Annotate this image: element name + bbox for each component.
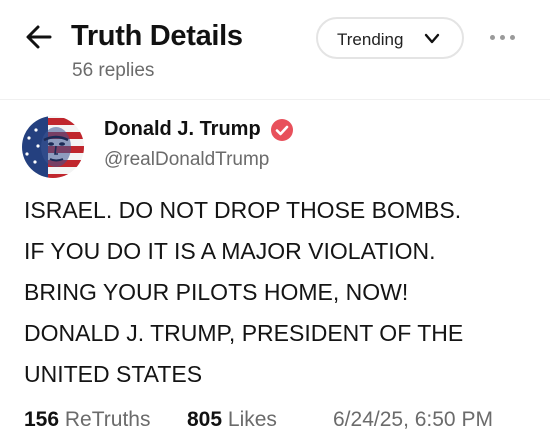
sort-dropdown-label: Trending <box>337 30 404 49</box>
avatar-flag-portrait <box>22 116 84 178</box>
post-body: ISRAEL. DO NOT DROP THOSE BOMBS. IF YOU … <box>24 190 539 395</box>
post-timestamp: 6/24/25, 6:50 PM <box>333 408 493 431</box>
truth-details-page: Truth Details 56 replies Trending Donald… <box>0 0 550 446</box>
likes-label: Likes <box>227 408 277 431</box>
retruths-label: ReTruths <box>64 408 151 431</box>
more-options-button[interactable] <box>488 30 518 46</box>
post-text-line: UNITED STATES <box>24 361 203 387</box>
more-horizontal-icon <box>490 35 495 40</box>
reply-count: 56 replies <box>72 60 155 81</box>
post-text-line: IF YOU DO IT IS A MAJOR VIOLATION. <box>24 238 436 264</box>
sort-dropdown[interactable]: Trending <box>316 17 464 59</box>
post-text-line: BRING YOUR PILOTS HOME, NOW! <box>24 279 409 305</box>
author-handle[interactable]: @realDonaldTrump <box>104 149 269 171</box>
page-title: Truth Details <box>71 20 243 52</box>
page-header: Truth Details 56 replies Trending <box>0 0 550 100</box>
retruths-stat[interactable]: 156 ReTruths <box>24 408 150 432</box>
post-stats: 156 ReTruths 805 Likes 6/24/25, 6:50 PM <box>24 408 534 436</box>
likes-count: 805 <box>187 408 223 431</box>
verified-badge-icon <box>271 119 293 141</box>
avatar[interactable] <box>22 116 84 178</box>
likes-stat[interactable]: 805 Likes <box>187 408 277 432</box>
post-text-line: ISRAEL. DO NOT DROP THOSE BOMBS. <box>24 197 462 223</box>
post-text-line: DONALD J. TRUMP, PRESIDENT OF THE <box>24 320 464 346</box>
header-divider <box>0 99 550 100</box>
arrow-left-icon <box>26 25 52 49</box>
author-display-name[interactable]: Donald J. Trump <box>104 118 261 141</box>
retruths-count: 156 <box>24 408 60 431</box>
chevron-down-icon <box>424 33 440 44</box>
back-button[interactable] <box>24 22 54 52</box>
